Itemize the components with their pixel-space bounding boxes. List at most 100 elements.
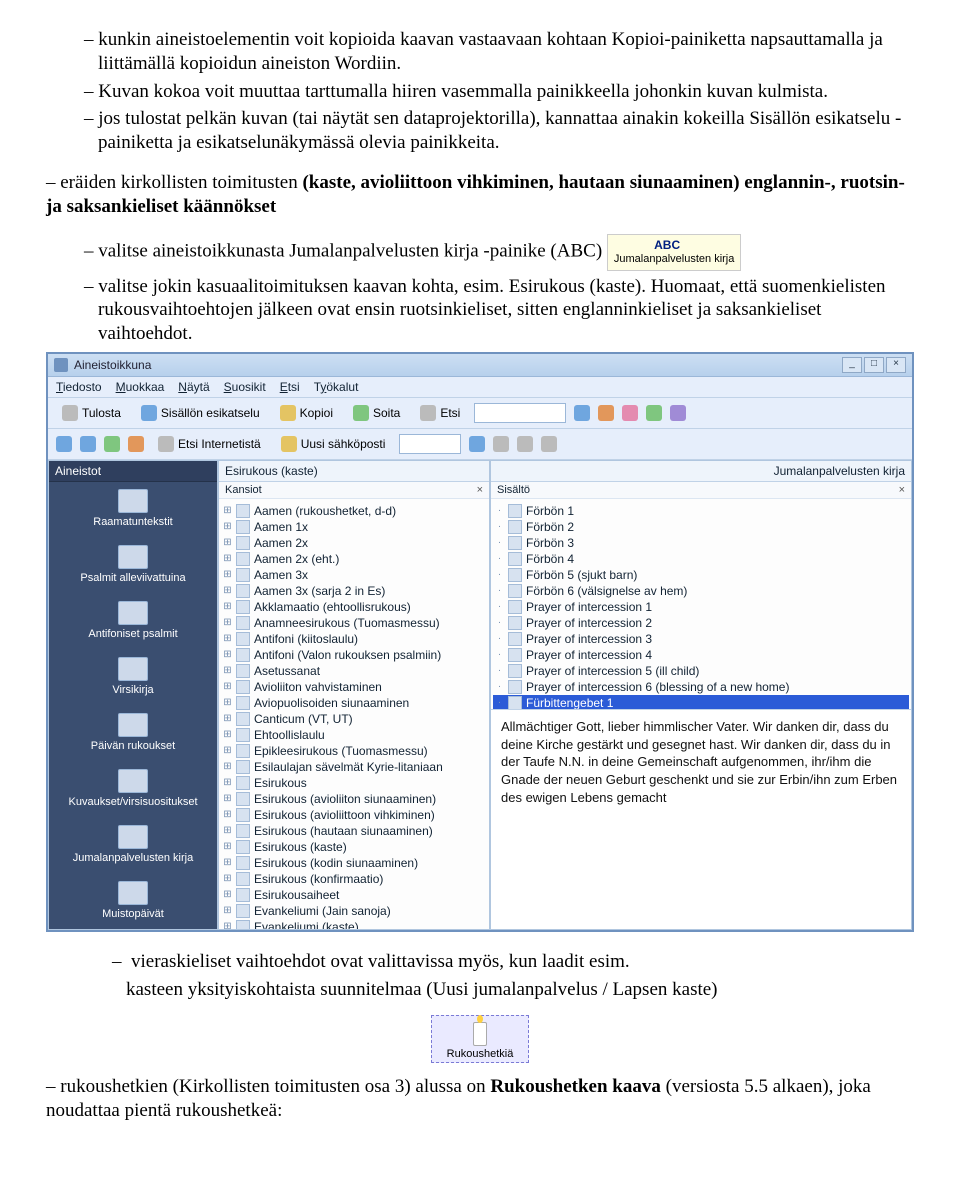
expand-icon[interactable]: ⊞ xyxy=(223,745,232,756)
expand-icon[interactable]: ⊞ xyxy=(223,569,232,580)
tool-icon-4[interactable] xyxy=(646,405,662,421)
nav-fwd-icon[interactable] xyxy=(80,436,96,452)
content-item[interactable]: ·Prayer of intercession 4 xyxy=(493,647,909,663)
expand-icon[interactable]: · xyxy=(495,665,504,676)
search-input[interactable] xyxy=(474,403,566,423)
preview-button[interactable]: Sisällön esikatselu xyxy=(135,402,266,424)
expand-icon[interactable]: · xyxy=(495,537,504,548)
sidebar-item[interactable]: Jumalanpalvelusten kirja xyxy=(49,818,217,874)
folder-item[interactable]: ⊞Aviopuolisoiden siunaaminen xyxy=(221,695,487,711)
folder-item[interactable]: ⊞Epikleesirukous (Tuomasmessu) xyxy=(221,743,487,759)
menu-etsi[interactable]: Etsi xyxy=(280,380,300,394)
folder-item[interactable]: ⊞Esirukous (kodin siunaaminen) xyxy=(221,855,487,871)
expand-icon[interactable]: ⊞ xyxy=(223,841,232,852)
tool-icon-5[interactable] xyxy=(670,405,686,421)
expand-icon[interactable]: ⊞ xyxy=(223,761,232,772)
tool-icon-3[interactable] xyxy=(622,405,638,421)
folder-item[interactable]: ⊞Ehtoollislaulu xyxy=(221,727,487,743)
nav-refresh-icon[interactable] xyxy=(104,436,120,452)
folder-item[interactable]: ⊞Esirukousaiheet xyxy=(221,887,487,903)
content-item[interactable]: ·Prayer of intercession 5 (ill child) xyxy=(493,663,909,679)
menu-suosikit[interactable]: Suosikit xyxy=(224,380,266,394)
content-item[interactable]: ·Förbön 5 (sjukt barn) xyxy=(493,567,909,583)
content-item[interactable]: ·Prayer of intercession 1 xyxy=(493,599,909,615)
expand-icon[interactable]: ⊞ xyxy=(223,713,232,724)
sidebar-item[interactable]: Raamatuntekstit xyxy=(49,482,217,538)
expand-icon[interactable]: ⊞ xyxy=(223,601,232,612)
expand-icon[interactable]: ⊞ xyxy=(223,665,232,676)
play-button[interactable]: Soita xyxy=(347,402,406,424)
folder-item[interactable]: ⊞Antifoni (Valon rukouksen psalmiin) xyxy=(221,647,487,663)
expand-icon[interactable]: ⊞ xyxy=(223,777,232,788)
expand-icon[interactable]: ⊞ xyxy=(223,793,232,804)
sidebar-item[interactable]: Psalmit alleviivattuina xyxy=(49,538,217,594)
content-item[interactable]: ·Fürbittengebet 1 xyxy=(493,695,909,710)
expand-icon[interactable]: ⊞ xyxy=(223,921,232,929)
expand-icon[interactable]: ⊞ xyxy=(223,857,232,868)
folder-item[interactable]: ⊞Esilaulajan sävelmät Kyrie-litaniaan xyxy=(221,759,487,775)
folder-item[interactable]: ⊞Aamen 2x xyxy=(221,535,487,551)
tool-icon-8[interactable] xyxy=(541,436,557,452)
expand-icon[interactable]: · xyxy=(495,553,504,564)
content-item[interactable]: ·Förbön 3 xyxy=(493,535,909,551)
menu-muokkaa[interactable]: Muokkaa xyxy=(116,380,165,394)
folder-item[interactable]: ⊞Anamneesirukous (Tuomasmessu) xyxy=(221,615,487,631)
folder-item[interactable]: ⊞Avioliiton vahvistaminen xyxy=(221,679,487,695)
expand-icon[interactable]: ⊞ xyxy=(223,649,232,660)
expand-icon[interactable]: ⊞ xyxy=(223,537,232,548)
folder-item[interactable]: ⊞Evankeliumi (kaste) xyxy=(221,919,487,929)
copy-button[interactable]: Kopioi xyxy=(274,402,339,424)
close-icon[interactable]: × xyxy=(477,484,483,496)
expand-icon[interactable]: · xyxy=(495,505,504,516)
expand-icon[interactable]: · xyxy=(495,617,504,628)
folder-item[interactable]: ⊞Esirukous (avioliittoon vihkiminen) xyxy=(221,807,487,823)
nav-stop-icon[interactable] xyxy=(128,436,144,452)
folder-item[interactable]: ⊞Aamen (rukoushetket, d-d) xyxy=(221,503,487,519)
toolbar-input[interactable] xyxy=(399,434,461,454)
folder-item[interactable]: ⊞Evankeliumi (Jain sanoja) xyxy=(221,903,487,919)
tool-icon-6[interactable] xyxy=(493,436,509,452)
new-email-button[interactable]: Uusi sähköposti xyxy=(275,433,392,455)
print-button[interactable]: Tulosta xyxy=(56,402,127,424)
expand-icon[interactable]: · xyxy=(495,569,504,580)
search-button[interactable]: Etsi xyxy=(414,402,466,424)
close-button[interactable]: × xyxy=(886,357,906,373)
menu-nayta[interactable]: Näytä xyxy=(178,380,209,394)
folder-item[interactable]: ⊞Antifoni (kiitoslaulu) xyxy=(221,631,487,647)
sidebar-item[interactable]: Muistopäivät xyxy=(49,874,217,929)
expand-icon[interactable]: ⊞ xyxy=(223,905,232,916)
expand-icon[interactable]: ⊞ xyxy=(223,617,232,628)
minimize-button[interactable]: _ xyxy=(842,357,862,373)
content-item[interactable]: ·Förbön 1 xyxy=(493,503,909,519)
expand-icon[interactable]: ⊞ xyxy=(223,681,232,692)
menu-tyokalut[interactable]: Työkalut xyxy=(314,380,359,394)
sidebar-item[interactable]: Päivän rukoukset xyxy=(49,706,217,762)
nav-back-icon[interactable] xyxy=(56,436,72,452)
menu-tiedosto[interactable]: Tiedosto xyxy=(56,380,102,394)
expand-icon[interactable]: ⊞ xyxy=(223,697,232,708)
tool-icon-7[interactable] xyxy=(517,436,533,452)
content-item[interactable]: ·Förbön 2 xyxy=(493,519,909,535)
expand-icon[interactable]: ⊞ xyxy=(223,521,232,532)
expand-icon[interactable]: · xyxy=(495,697,504,708)
expand-icon[interactable]: ⊞ xyxy=(223,505,232,516)
folder-item[interactable]: ⊞Canticum (VT, UT) xyxy=(221,711,487,727)
expand-icon[interactable]: · xyxy=(495,633,504,644)
tool-icon-1[interactable] xyxy=(574,405,590,421)
expand-icon[interactable]: · xyxy=(495,681,504,692)
sidebar-item[interactable]: Kuvaukset/virsisuositukset xyxy=(49,762,217,818)
folder-item[interactable]: ⊞Aamen 3x xyxy=(221,567,487,583)
expand-icon[interactable]: ⊞ xyxy=(223,825,232,836)
expand-icon[interactable]: ⊞ xyxy=(223,729,232,740)
content-item[interactable]: ·Förbön 4 xyxy=(493,551,909,567)
folder-item[interactable]: ⊞Asetussanat xyxy=(221,663,487,679)
folder-item[interactable]: ⊞Esirukous (hautaan siunaaminen) xyxy=(221,823,487,839)
expand-icon[interactable]: · xyxy=(495,585,504,596)
content-item[interactable]: ·Prayer of intercession 2 xyxy=(493,615,909,631)
search-internet-button[interactable]: Etsi Internetistä xyxy=(152,433,267,455)
expand-icon[interactable]: · xyxy=(495,649,504,660)
folder-item[interactable]: ⊞Esirukous xyxy=(221,775,487,791)
expand-icon[interactable]: ⊞ xyxy=(223,633,232,644)
folder-item[interactable]: ⊞Aamen 1x xyxy=(221,519,487,535)
expand-icon[interactable]: ⊞ xyxy=(223,553,232,564)
